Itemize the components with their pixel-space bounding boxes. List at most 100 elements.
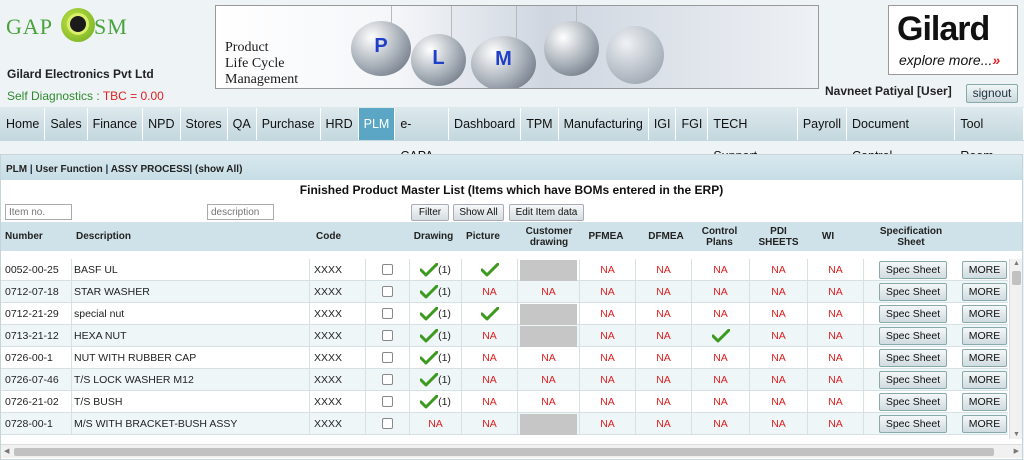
spec-sheet-button[interactable]: Spec Sheet: [879, 349, 947, 367]
gaposm-logo: GAP SM: [6, 8, 146, 56]
nav-item-tech-support[interactable]: TECH Support: [708, 108, 798, 163]
table-header: Number Description Code Drawing Picture …: [1, 222, 1022, 251]
more-button[interactable]: MORE: [962, 371, 1007, 389]
more-button[interactable]: MORE: [962, 415, 1007, 433]
cell-drawing[interactable]: (1): [409, 369, 461, 391]
spec-sheet-button[interactable]: Spec Sheet: [879, 371, 947, 389]
cell-select[interactable]: [365, 281, 409, 303]
cell-control-plans[interactable]: [691, 325, 749, 347]
spec-sheet-button[interactable]: Spec Sheet: [879, 393, 947, 411]
cell-drawing[interactable]: (1): [409, 391, 461, 413]
cell-select[interactable]: [365, 325, 409, 347]
cell-control-plans: NA: [691, 413, 749, 435]
horizontal-scrollbar[interactable]: ◀ ▶: [1, 444, 1022, 458]
cell-select[interactable]: [365, 259, 409, 281]
col-number: Number: [5, 231, 43, 242]
row-checkbox[interactable]: [382, 373, 393, 385]
table-row: 0712-21-29 special nut XXXX (1) NA NA NA NA NA Sp…: [1, 303, 1008, 325]
scroll-thumb-h[interactable]: [14, 448, 994, 456]
nav-item-npd[interactable]: NPD: [143, 108, 181, 140]
more-button[interactable]: MORE: [962, 261, 1007, 279]
more-button[interactable]: MORE: [962, 305, 1007, 323]
cell-select[interactable]: [365, 303, 409, 325]
spec-sheet-button[interactable]: Spec Sheet: [879, 305, 947, 323]
breadcrumb-assy-process[interactable]: ASSY PROCESS: [111, 164, 190, 175]
scroll-up-icon: ▲: [1013, 260, 1020, 267]
nav-item-hrd[interactable]: HRD: [321, 108, 359, 140]
nav-item-purchase[interactable]: Purchase: [257, 108, 321, 140]
nav-item-ecapa[interactable]: e-CAPA: [395, 108, 450, 163]
vertical-scrollbar[interactable]: ▲ ▼: [1009, 259, 1022, 439]
check-mark-icon: [711, 329, 730, 343]
item-no-input[interactable]: [5, 204, 72, 220]
nav-item-stores[interactable]: Stores: [181, 108, 228, 140]
nav-item-finance[interactable]: Finance: [88, 108, 144, 140]
cell-picture: NA: [461, 347, 517, 369]
spec-sheet-button[interactable]: Spec Sheet: [879, 261, 947, 279]
row-checkbox[interactable]: [382, 307, 393, 319]
row-checkbox[interactable]: [382, 329, 393, 341]
row-checkbox[interactable]: [382, 263, 393, 275]
cell-customer-drawing: NA: [517, 369, 579, 391]
breadcrumb-plm[interactable]: PLM: [6, 164, 27, 175]
nav-item-document-control[interactable]: Document Control: [847, 108, 956, 163]
signout-button[interactable]: signout: [966, 84, 1018, 103]
cell-picture: NA: [461, 413, 517, 435]
more-button[interactable]: MORE: [962, 283, 1007, 301]
row-checkbox[interactable]: [382, 417, 393, 429]
filter-button[interactable]: Filter: [411, 204, 449, 221]
nav-item-tpm[interactable]: TPM: [521, 108, 559, 140]
cell-drawing[interactable]: (1): [409, 281, 461, 303]
spec-sheet-button[interactable]: Spec Sheet: [879, 283, 947, 301]
more-button[interactable]: MORE: [962, 349, 1007, 367]
row-checkbox[interactable]: [382, 285, 393, 297]
row-checkbox[interactable]: [382, 351, 393, 363]
cell-drawing[interactable]: (1): [409, 325, 461, 347]
row-checkbox[interactable]: [382, 395, 393, 407]
cell-pdi-sheets: NA: [749, 347, 807, 369]
col-wi: WI: [821, 231, 835, 242]
cell-select[interactable]: [365, 391, 409, 413]
cell-drawing[interactable]: (1): [409, 303, 461, 325]
breadcrumb-user-function[interactable]: User Function: [35, 164, 102, 175]
cell-dfmea: NA: [635, 325, 691, 347]
cell-drawing[interactable]: (1): [409, 259, 461, 281]
more-button[interactable]: MORE: [962, 327, 1007, 345]
scroll-thumb[interactable]: [1012, 271, 1021, 285]
nav-item-dashboard[interactable]: Dashboard: [449, 108, 522, 140]
col-description: Description: [76, 231, 132, 242]
cell-actions: Spec Sheet MORE: [863, 303, 1008, 325]
cell-drawing[interactable]: (1): [409, 347, 461, 369]
col-control-plans: Control Plans: [701, 225, 738, 248]
cell-select[interactable]: [365, 413, 409, 435]
cell-select[interactable]: [365, 369, 409, 391]
nav-item-manufacturing[interactable]: Manufacturing: [559, 108, 649, 140]
cell-drawing: NA: [409, 413, 461, 435]
company-name: Gilard Electronics Pvt Ltd: [7, 67, 154, 81]
cell-picture[interactable]: [461, 259, 517, 281]
spec-sheet-button[interactable]: Spec Sheet: [879, 415, 947, 433]
spec-sheet-button[interactable]: Spec Sheet: [879, 327, 947, 345]
nav-item-tool-room[interactable]: Tool Room: [955, 108, 1024, 163]
cell-picture[interactable]: [461, 303, 517, 325]
breadcrumb-show-all[interactable]: (show All): [195, 164, 242, 175]
cell-select[interactable]: [365, 347, 409, 369]
cell-customer-drawing: [517, 303, 579, 325]
nav-item-plm[interactable]: PLM: [358, 108, 396, 140]
edit-item-data-button[interactable]: Edit Item data: [509, 204, 584, 221]
self-diag-label: Self Diagnostics :: [7, 89, 103, 103]
more-button[interactable]: MORE: [962, 393, 1007, 411]
nav-item-fgi[interactable]: FGI: [676, 108, 709, 140]
nav-item-igi[interactable]: IGI: [649, 108, 677, 140]
col-dfmea: DFMEA: [648, 231, 684, 242]
description-input[interactable]: [207, 204, 274, 220]
nav-item-qa[interactable]: QA: [228, 108, 257, 140]
empty-cell-marker: [520, 260, 577, 281]
arrow-icon: »: [992, 52, 1001, 68]
nav-item-sales[interactable]: Sales: [45, 108, 88, 140]
nav-item-payroll[interactable]: Payroll: [798, 108, 848, 140]
show-all-button[interactable]: Show All: [453, 204, 504, 221]
cell-customer-drawing: [517, 259, 579, 281]
check-mark-icon: [420, 351, 439, 365]
nav-item-home[interactable]: Home: [1, 108, 46, 140]
